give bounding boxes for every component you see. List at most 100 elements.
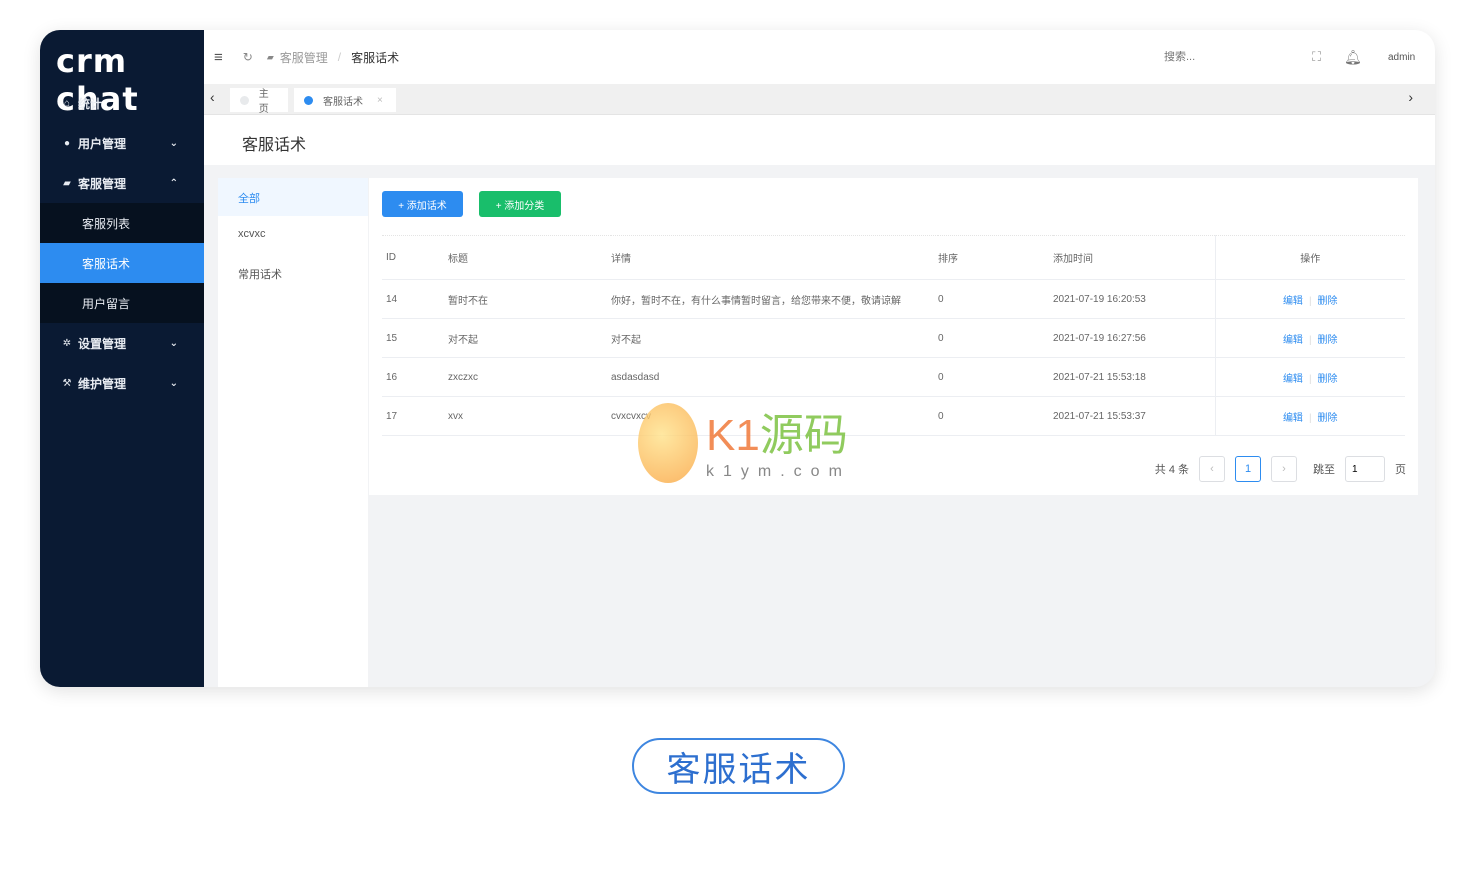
label: 设置管理 — [78, 336, 127, 351]
user-name[interactable]: admin — [1388, 52, 1415, 63]
tab-service-scripts[interactable]: 客服话术 × — [294, 88, 396, 112]
cell-time: 2021-07-19 16:27:56 — [1053, 318, 1215, 358]
category-list: 全部 xcvxc 常用话术 — [218, 178, 368, 687]
breadcrumb-parent[interactable]: 客服管理 — [280, 49, 328, 66]
page-title: 客服话术 — [204, 115, 1435, 165]
category-item[interactable]: 全部 — [218, 178, 368, 216]
cell-title: xvx — [448, 396, 611, 436]
prev-page-button[interactable]: ‹ — [1199, 456, 1225, 482]
cell-id: 17 — [382, 396, 448, 436]
delete-link[interactable]: 删除 — [1318, 296, 1338, 307]
column-header: ID — [382, 235, 448, 280]
tabs-bar: ‹ 主页 客服话术 × › — [204, 84, 1435, 115]
sidebar-item-service-scripts[interactable]: 客服话术 — [40, 243, 204, 283]
label: 用户管理 — [78, 136, 127, 151]
chat-icon: ▰ — [63, 177, 71, 189]
cell-time: 2021-07-21 15:53:37 — [1053, 396, 1215, 436]
cell-sort: 0 — [938, 318, 1053, 358]
tab-label: 客服话术 — [323, 96, 363, 108]
cell-time: 2021-07-19 16:20:53 — [1053, 279, 1215, 319]
tabs-left-arrow[interactable]: ‹ — [210, 89, 215, 105]
next-page-button[interactable]: › — [1271, 456, 1297, 482]
wrench-icon: ⚒ — [62, 377, 72, 389]
chevron-down-icon: ⌄ — [169, 337, 178, 349]
cell-actions: 编辑 | 删除 — [1214, 357, 1405, 397]
logo: crm chat — [56, 42, 139, 118]
caption-badge: 客服话术 — [632, 738, 845, 794]
dot-icon — [304, 95, 313, 105]
column-header: 排序 — [938, 235, 1053, 280]
sidebar: crm chat ⌂ 统计 ● 用户管理 ⌄ ▰ 客服管理 ⌃ 客服列表 客服话术 用户留… — [40, 30, 204, 687]
chevron-down-icon: ⌄ — [169, 137, 178, 149]
chevron-up-icon: ⌃ — [169, 177, 178, 189]
cell-sort: 0 — [938, 279, 1053, 319]
menu-icon[interactable]: ≡ — [214, 49, 223, 66]
edit-link[interactable]: 编辑 — [1283, 296, 1303, 307]
scripts-table: ID 标题 详情 排序 添加时间 操作 14 暂时不在 你好，暂时不在，有什么事… — [382, 235, 1405, 436]
sidebar-item-messages[interactable]: 用户留言 — [40, 283, 204, 323]
content-panel: + 添加话术 + 添加分类 ID 标题 详情 排序 添加时间 操作 14 暂时不… — [369, 178, 1418, 495]
chevron-down-icon: ⌄ — [169, 377, 178, 389]
cell-title: 暂时不在 — [448, 279, 611, 319]
table-row: 16 zxczxc asdasdasd 0 2021-07-21 15:53:1… — [382, 357, 1405, 397]
delete-link[interactable]: 删除 — [1318, 374, 1338, 385]
sidebar-item-users[interactable]: ● 用户管理 ⌄ — [40, 123, 204, 163]
top-header: ≡ ↻ ▰ 客服管理 / 客服话术 ⛶ 🔔︎ admin — [204, 30, 1435, 84]
dot-icon — [240, 95, 249, 105]
edit-link[interactable]: 编辑 — [1283, 335, 1303, 346]
breadcrumb-separator: / — [337, 50, 342, 64]
edit-link[interactable]: 编辑 — [1283, 413, 1303, 424]
category-item[interactable]: 常用话术 — [218, 254, 368, 292]
table-row: 14 暂时不在 你好，暂时不在，有什么事情暂时留言，给您带来不便，敬请谅解 0 … — [382, 279, 1405, 319]
refresh-icon[interactable]: ↻ — [243, 50, 253, 64]
label: 客服列表 — [82, 216, 131, 231]
sidebar-item-maintenance[interactable]: ⚒ 维护管理 ⌄ — [40, 363, 204, 403]
cell-detail: 你好，暂时不在，有什么事情暂时留言，给您带来不便，敬请谅解 — [611, 279, 938, 319]
table-row: 15 对不起 对不起 0 2021-07-19 16:27:56 编辑 | 删除 — [382, 318, 1405, 358]
column-header: 添加时间 — [1053, 235, 1215, 280]
column-header: 操作 — [1214, 235, 1405, 280]
sidebar-item-settings[interactable]: ✲ 设置管理 ⌄ — [40, 323, 204, 363]
user-icon: ● — [63, 137, 71, 149]
cell-id: 15 — [382, 318, 448, 358]
page-suffix: 页 — [1395, 464, 1406, 476]
gear-icon: ✲ — [62, 337, 72, 349]
sidebar-item-service-list[interactable]: 客服列表 — [40, 203, 204, 243]
cell-actions: 编辑 | 删除 — [1214, 279, 1405, 319]
cell-sort: 0 — [938, 396, 1053, 436]
delete-link[interactable]: 删除 — [1318, 335, 1338, 346]
add-script-button[interactable]: + 添加话术 — [382, 191, 463, 217]
search-input[interactable] — [1164, 51, 1264, 63]
home-icon: ⌂ — [63, 97, 71, 109]
category-item[interactable]: xcvxc — [218, 216, 368, 254]
tab-label: 主页 — [258, 89, 269, 115]
add-category-button[interactable]: + 添加分类 — [479, 191, 561, 217]
cell-sort: 0 — [938, 357, 1053, 397]
chat-icon: ▰ — [266, 51, 274, 62]
fullscreen-icon[interactable]: ⛶ — [1312, 49, 1321, 65]
label: 用户留言 — [82, 296, 131, 311]
bell-icon[interactable]: 🔔︎ — [1344, 49, 1362, 66]
edit-link[interactable]: 编辑 — [1283, 374, 1303, 385]
delete-link[interactable]: 删除 — [1318, 413, 1338, 424]
cell-actions: 编辑 | 删除 — [1214, 396, 1405, 436]
total-count: 共 4 条 — [1154, 464, 1189, 476]
table-row: 17 xvx cvxcvxcv 0 2021-07-21 15:53:37 编辑… — [382, 396, 1405, 436]
sidebar-item-service[interactable]: ▰ 客服管理 ⌃ — [40, 163, 204, 203]
label: 维护管理 — [78, 376, 127, 391]
jump-label: 跳至 — [1313, 464, 1335, 476]
cell-title: zxczxc — [448, 357, 611, 397]
label: 客服管理 — [78, 176, 127, 191]
jump-page-input[interactable] — [1345, 456, 1385, 482]
cell-id: 16 — [382, 357, 448, 397]
column-header: 详情 — [611, 235, 938, 280]
sidebar-item-stats[interactable]: ⌂ 统计 — [40, 83, 204, 123]
cell-detail: cvxcvxcv — [611, 396, 938, 436]
page-button[interactable]: 1 — [1235, 456, 1261, 482]
tab-home[interactable]: 主页 — [230, 88, 288, 115]
cell-id: 14 — [382, 279, 448, 319]
label: 客服话术 — [82, 256, 131, 271]
tabs-right-arrow[interactable]: › — [1408, 89, 1413, 105]
close-icon[interactable]: × — [377, 95, 383, 106]
column-header: 标题 — [448, 235, 611, 280]
